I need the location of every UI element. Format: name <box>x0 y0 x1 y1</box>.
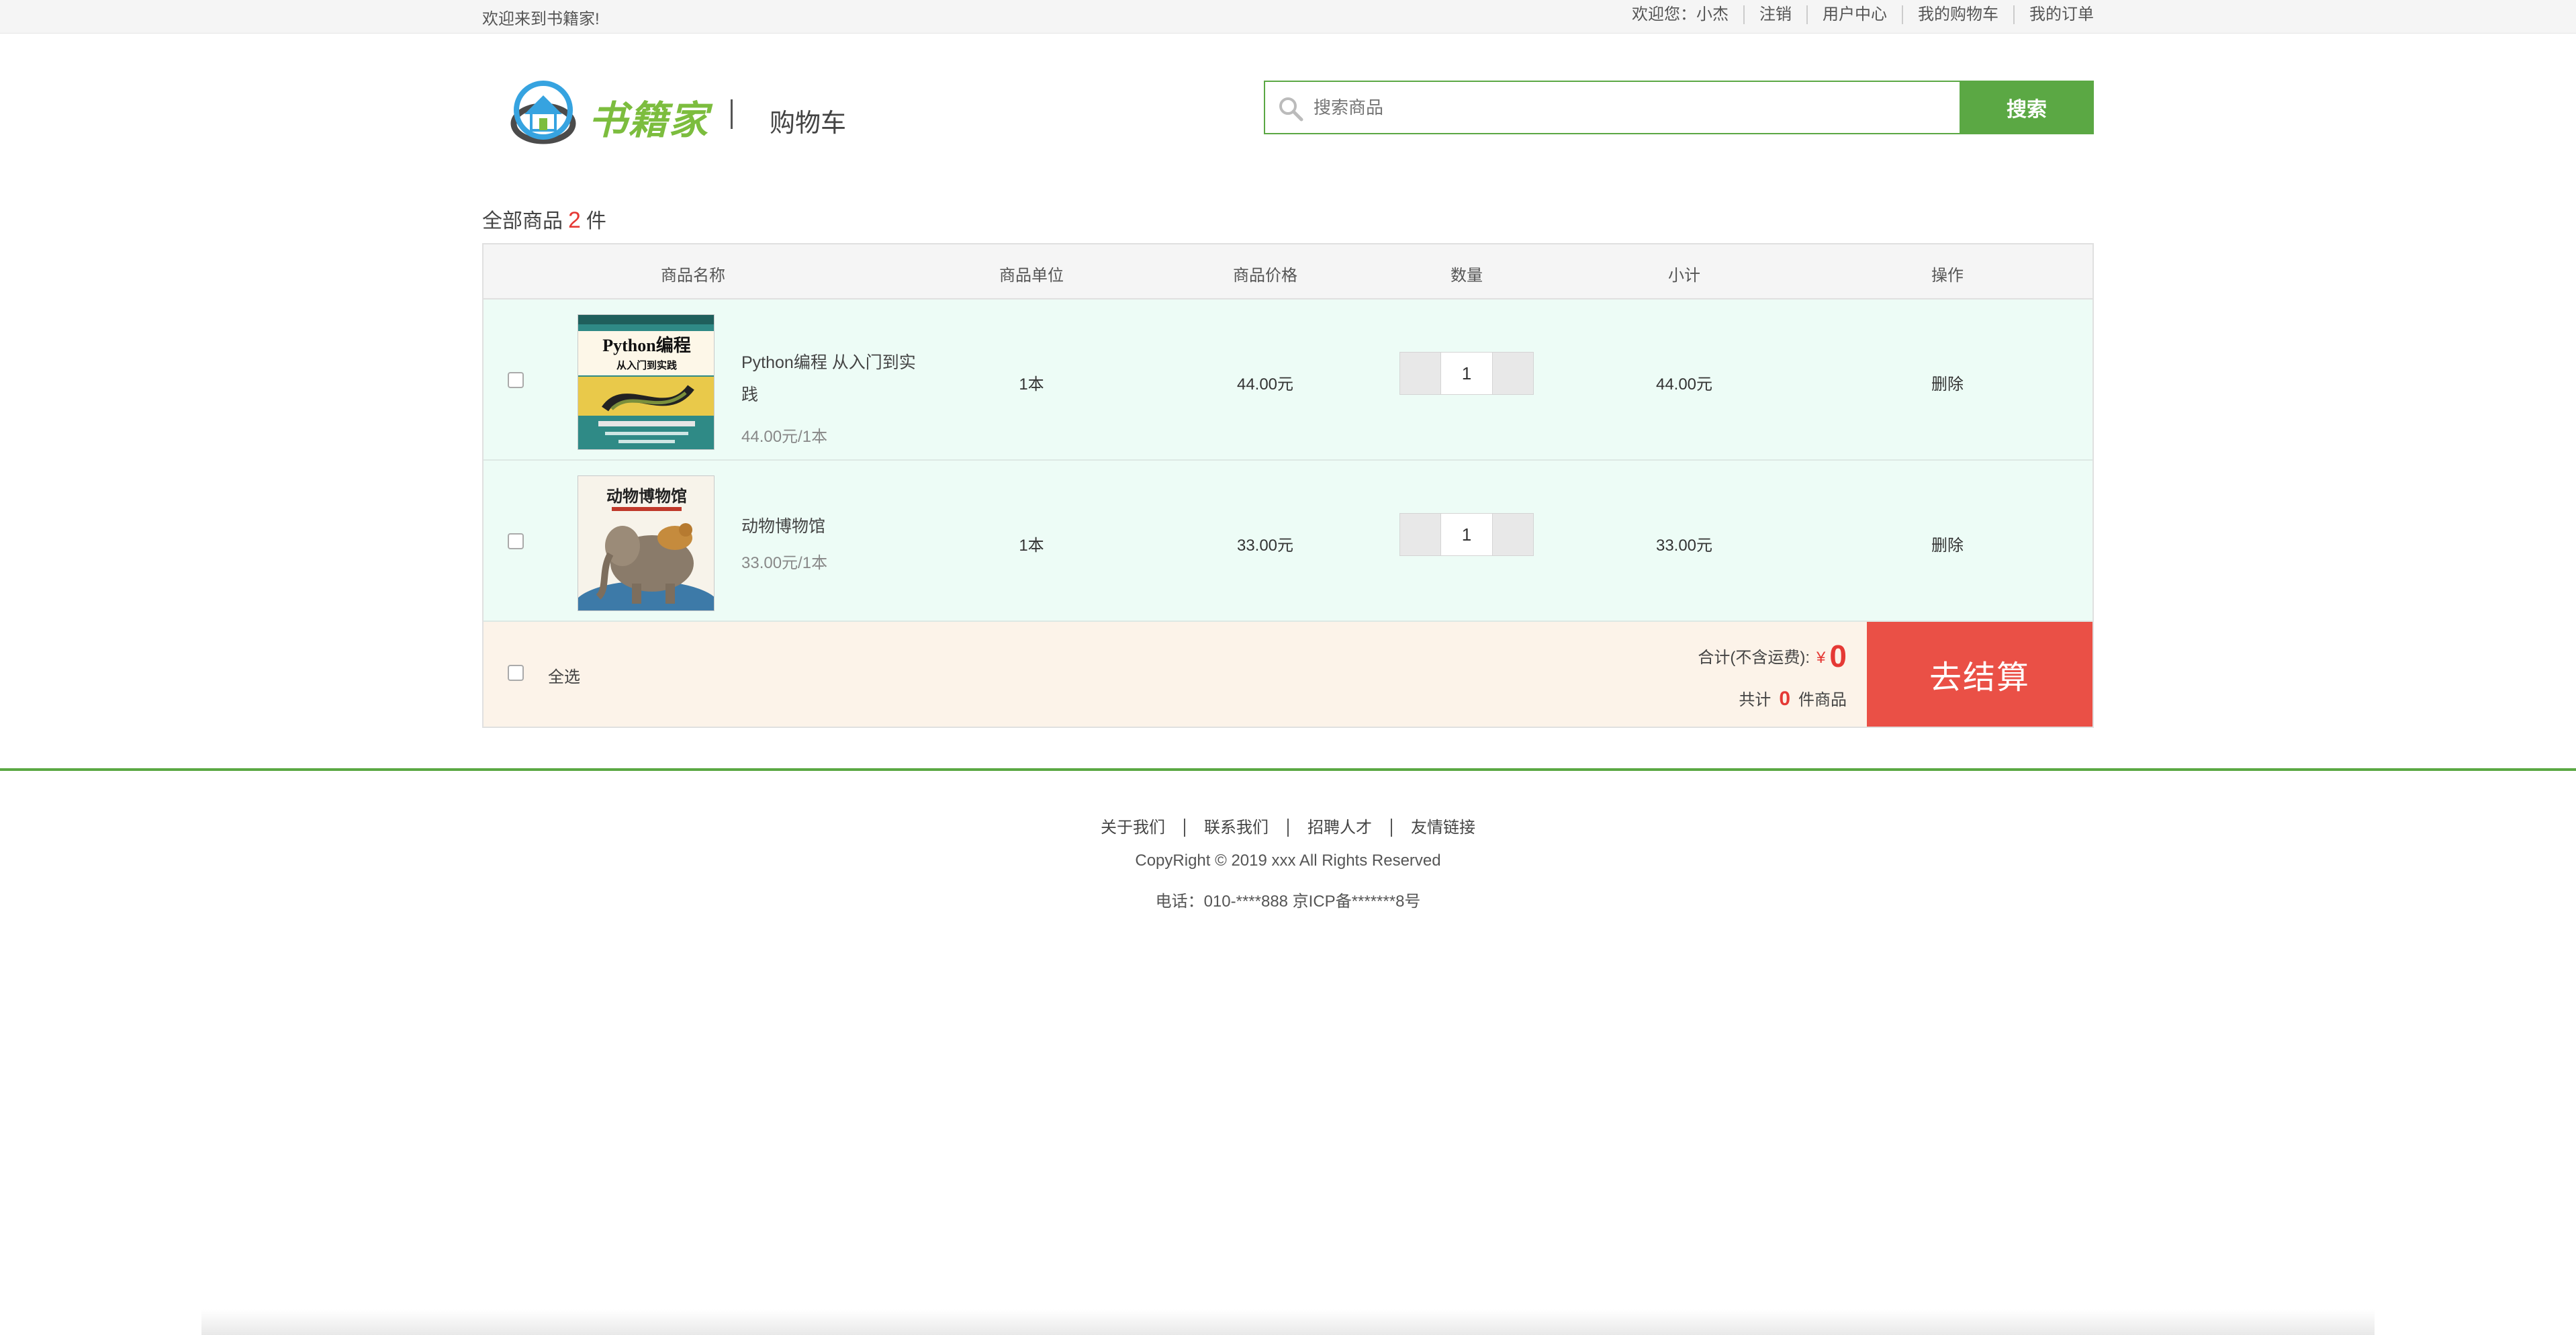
items-prefix: 共计 <box>1739 691 1772 709</box>
header-divider <box>731 99 733 129</box>
copyright-text: CopyRight © 2019 xxx All Rights Reserved <box>1135 851 1441 870</box>
my-cart-link[interactable]: 我的购物车 <box>1902 5 2013 24</box>
cart-count-line: 全部商品 2 件 <box>482 204 606 234</box>
cover-title-text: Python编程 <box>602 335 690 355</box>
product-unit-price: 33.00元/1本 <box>741 554 828 572</box>
col-price: 商品价格 <box>1233 267 1297 285</box>
footer-link-contact[interactable]: 联系我们 <box>1184 819 1287 837</box>
top-bar: 欢迎来到书籍家! 欢迎您：小杰 注销 用户中心 我的购物车 我的订单 <box>0 0 2576 34</box>
table-row: Python编程 从入门到实践 Python编程 从入门到实践 44.00元/1… <box>484 300 2092 461</box>
quantity-input[interactable] <box>1441 513 1492 556</box>
product-subtotal: 44.00元 <box>1655 375 1713 394</box>
currency-symbol: ¥ <box>1816 649 1826 667</box>
items-count: 0 <box>1779 688 1790 710</box>
quantity-stepper <box>1399 352 1534 395</box>
book-cover-animal-museum[interactable]: 动物博物馆 <box>578 475 715 611</box>
cart-table: 商品名称 商品单位 商品价格 数量 小计 操作 Python编程 从入门到实践 <box>482 243 2094 728</box>
footer-link-about[interactable]: 关于我们 <box>1082 819 1184 837</box>
table-row: 动物博物馆 动物博物馆 33.00元/1本 1本 33.00元 33.00元 删… <box>484 461 2092 622</box>
user-greeting[interactable]: 欢迎您：小杰 <box>1632 5 1743 24</box>
product-unit-price: 44.00元/1本 <box>741 428 828 446</box>
delete-link[interactable]: 删除 <box>1931 371 1964 394</box>
quantity-input[interactable] <box>1441 352 1492 395</box>
col-action: 操作 <box>1931 267 1964 285</box>
count-prefix: 全部商品 <box>482 210 563 232</box>
col-quantity: 数量 <box>1451 267 1483 285</box>
book-cover-python[interactable]: Python编程 从入门到实践 <box>578 314 715 450</box>
product-name[interactable]: Python编程 从入门到实践 <box>741 347 916 411</box>
total-amount: 0 <box>1829 639 1847 674</box>
page-title: 购物车 <box>770 109 847 138</box>
count-suffix: 件 <box>586 210 606 232</box>
search-box <box>1264 81 1961 134</box>
items-suffix: 件商品 <box>1798 691 1847 709</box>
footer-link-jobs[interactable]: 招聘人才 <box>1287 819 1391 837</box>
my-orders-link[interactable]: 我的订单 <box>2013 5 2094 24</box>
decrease-button[interactable] <box>1399 513 1441 556</box>
items-line: 共计 0 件商品 <box>1739 686 1847 710</box>
table-header: 商品名称 商品单位 商品价格 数量 小计 操作 <box>484 244 2092 300</box>
row-checkbox[interactable] <box>508 372 524 388</box>
logo-house-icon[interactable] <box>507 79 580 146</box>
increase-button[interactable] <box>1492 352 1534 395</box>
cover-subtitle-text: 从入门到实践 <box>616 359 677 371</box>
product-price: 33.00元 <box>1236 537 1294 555</box>
product-price: 44.00元 <box>1236 375 1294 394</box>
increase-button[interactable] <box>1492 513 1534 556</box>
total-line: 合计(不含运费): ¥0 <box>1698 638 1847 674</box>
decrease-button[interactable] <box>1399 352 1441 395</box>
row-checkbox[interactable] <box>508 533 524 549</box>
select-all-checkbox[interactable] <box>508 665 524 681</box>
count-number: 2 <box>568 208 581 233</box>
footer-divider <box>0 768 2576 771</box>
checkout-button[interactable]: 去结算 <box>1867 622 2092 727</box>
user-center-link[interactable]: 用户中心 <box>1806 5 1902 24</box>
search-button[interactable]: 搜索 <box>1960 81 2094 134</box>
product-name[interactable]: 动物博物馆 <box>741 510 916 543</box>
total-label: 合计(不含运费): <box>1698 649 1810 667</box>
cover-title-text: 动物博物馆 <box>606 487 687 506</box>
phone-text: 电话：010-****888 京ICP备*******8号 <box>1155 892 1421 911</box>
logo-text[interactable]: 书籍家 <box>588 89 709 145</box>
quantity-stepper <box>1399 513 1534 556</box>
col-subtotal: 小计 <box>1668 267 1700 285</box>
footer-link-friends[interactable]: 友情链接 <box>1391 819 1494 837</box>
delete-link[interactable]: 删除 <box>1931 532 1964 555</box>
logout-link[interactable]: 注销 <box>1743 5 1806 24</box>
top-links: 欢迎您：小杰 注销 用户中心 我的购物车 我的订单 <box>1632 5 2094 24</box>
bottom-shadow <box>201 1309 2375 1335</box>
product-unit: 1本 <box>1019 537 1044 555</box>
cart-footer-bar: 全选 合计(不含运费): ¥0 共计 0 件商品 去结算 <box>484 622 2092 727</box>
welcome-text: 欢迎来到书籍家! <box>482 10 600 28</box>
product-unit: 1本 <box>1019 375 1044 394</box>
select-all-label[interactable]: 全选 <box>548 663 580 687</box>
footer-links: 关于我们 联系我们 招聘人才 友情链接 <box>0 814 2576 837</box>
col-name: 商品名称 <box>661 267 725 285</box>
col-unit: 商品单位 <box>999 267 1064 285</box>
search-input[interactable] <box>1314 90 1945 125</box>
search-icon <box>1277 95 1304 122</box>
product-subtotal: 33.00元 <box>1655 537 1713 555</box>
